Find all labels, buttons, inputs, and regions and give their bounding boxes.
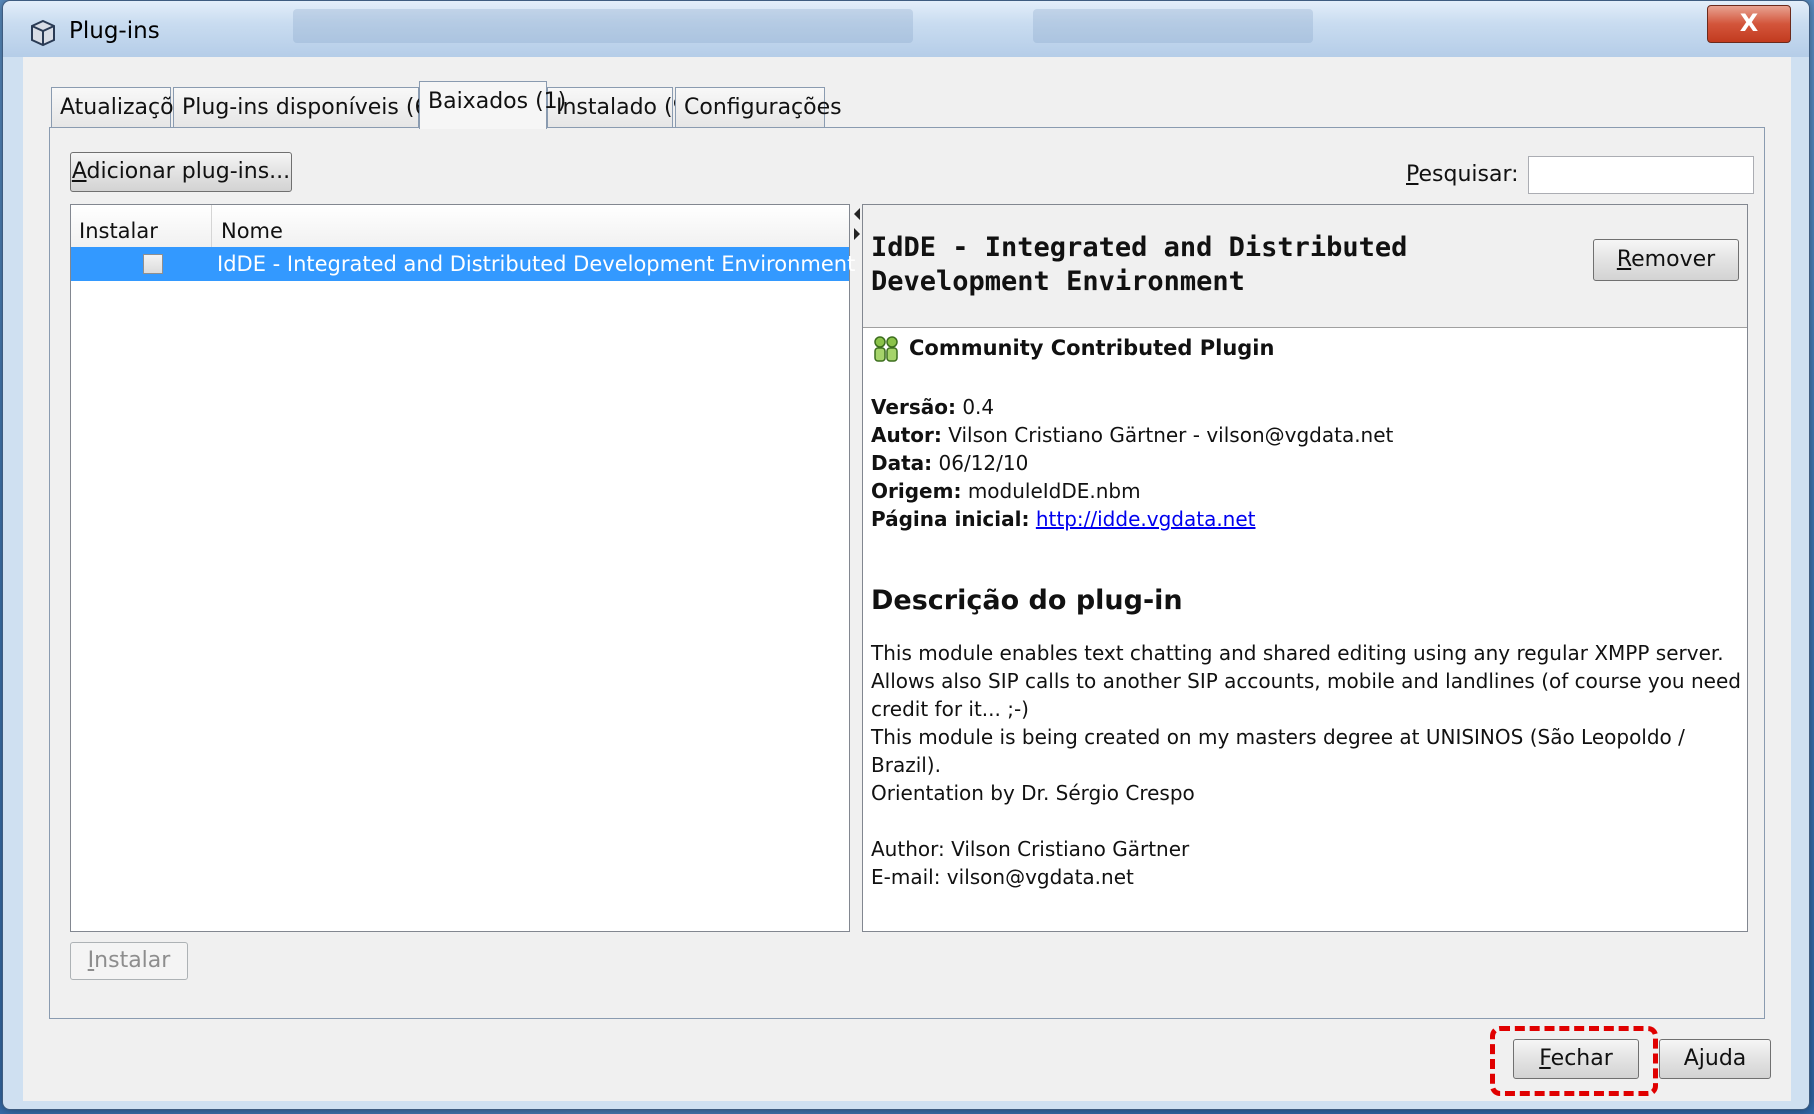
background-window-ghost <box>293 9 913 43</box>
close-icon: X <box>1739 9 1759 37</box>
search-label-text: esquisar: <box>1418 162 1519 187</box>
table-header: Instalar Nome <box>71 205 849 248</box>
remove-label: emover <box>1631 247 1716 272</box>
description-line: This module enables text chatting and sh… <box>871 641 1724 665</box>
origin-line: Origem: moduleIdDE.nbm <box>871 477 1393 505</box>
table-row[interactable]: IdDE - Integrated and Distributed Develo… <box>71 247 855 281</box>
collapse-left-arrow-icon[interactable] <box>854 208 860 220</box>
author-value: Vilson Cristiano Gärtner - vilson@vgdata… <box>948 423 1394 447</box>
details-header: IdDE - Integrated and Distributed Develo… <box>863 205 1747 328</box>
tab-baixados[interactable]: Baixados (1) <box>419 81 566 129</box>
tab-configuracoes[interactable]: Configurações <box>675 87 842 127</box>
origin-value: moduleIdDE.nbm <box>967 479 1141 503</box>
split-pane-divider[interactable] <box>854 206 862 932</box>
community-badge-label: Community Contributed Plugin <box>909 336 1275 360</box>
search-label: Pesquisar: <box>1406 162 1519 187</box>
author-line: Autor: Vilson Cristiano Gärtner - vilson… <box>871 421 1393 449</box>
add-plugins-button[interactable]: Adicionar plug-ins... <box>70 152 292 192</box>
description-line: Author: Vilson Cristiano Gärtner <box>871 837 1190 861</box>
description-line: E-mail: vilson@vgdata.net <box>871 865 1134 889</box>
description-line: This module is being created on my maste… <box>871 725 1685 777</box>
tab-plugins-disponiveis[interactable]: Plug-ins disponíveis (64) <box>173 87 451 127</box>
column-header-name[interactable]: Nome <box>221 219 283 243</box>
remove-mnemonic: R <box>1616 247 1632 272</box>
background-window-ghost <box>1033 9 1313 43</box>
highlight-annotation <box>1490 1026 1658 1096</box>
remove-button[interactable]: Remover <box>1593 239 1739 281</box>
description-heading: Descrição do plug-in <box>871 585 1183 616</box>
community-badge: Community Contributed Plugin <box>871 335 1274 363</box>
date-value: 06/12/10 <box>938 451 1029 475</box>
expand-right-arrow-icon[interactable] <box>854 228 860 240</box>
add-plugins-mnemonic: A <box>71 159 87 184</box>
date-label: Data: <box>871 451 933 475</box>
window-title: Plug-ins <box>69 18 160 44</box>
search-label-mnemonic: P <box>1406 162 1419 187</box>
homepage-link[interactable]: http://idde.vgdata.net <box>1036 507 1256 531</box>
version-line: Versão: 0.4 <box>871 393 1393 421</box>
plugin-cube-icon <box>31 19 55 47</box>
plugin-title: IdDE - Integrated and Distributed Develo… <box>871 232 1408 297</box>
description-line: Allows also SIP calls to another SIP acc… <box>871 669 1741 693</box>
help-button[interactable]: Ajuda <box>1659 1039 1771 1079</box>
plugin-details-panel: IdDE - Integrated and Distributed Develo… <box>862 204 1748 932</box>
version-value: 0.4 <box>962 395 995 419</box>
description-line: Orientation by Dr. Sérgio Crespo <box>871 781 1195 805</box>
author-label: Autor: <box>871 423 942 447</box>
column-divider[interactable] <box>211 205 212 247</box>
add-plugins-label: dicionar plug-ins... <box>86 159 291 184</box>
column-header-install[interactable]: Instalar <box>79 219 158 243</box>
plugins-dialog: Plug-ins X Atualizações Plug-ins disponí… <box>2 0 1810 1110</box>
homepage-label: Página inicial: <box>871 507 1030 531</box>
tab-atualizacoes[interactable]: Atualizações <box>51 87 199 127</box>
tab-panel-baixados: Adicionar plug-ins... Pesquisar: Instala… <box>49 127 1765 1019</box>
plugin-description: This module enables text chatting and sh… <box>871 639 1741 891</box>
plugin-metadata: Versão: 0.4 Autor: Vilson Cristiano Gärt… <box>871 393 1393 533</box>
downloaded-plugins-table: Instalar Nome IdDE - Integrated and Dist… <box>70 204 855 932</box>
install-button[interactable]: Instalar <box>70 942 188 980</box>
version-label: Versão: <box>871 395 956 419</box>
date-line: Data: 06/12/10 <box>871 449 1393 477</box>
window-close-button[interactable]: X <box>1707 5 1791 43</box>
help-label: Ajuda <box>1683 1046 1747 1071</box>
install-checkbox[interactable] <box>143 254 163 274</box>
origin-label: Origem: <box>871 479 962 503</box>
dialog-content: Atualizações Plug-ins disponíveis (64) B… <box>23 57 1791 1101</box>
search-input[interactable] <box>1528 156 1754 194</box>
title-bar[interactable]: Plug-ins X <box>3 1 1809 57</box>
description-line: credit for it... ;-) <box>871 697 1029 721</box>
community-people-icon <box>874 336 898 362</box>
install-label: nstalar <box>94 948 171 973</box>
plugin-name-cell: IdDE - Integrated and Distributed Develo… <box>217 252 856 276</box>
homepage-line: Página inicial: http://idde.vgdata.net <box>871 505 1393 533</box>
